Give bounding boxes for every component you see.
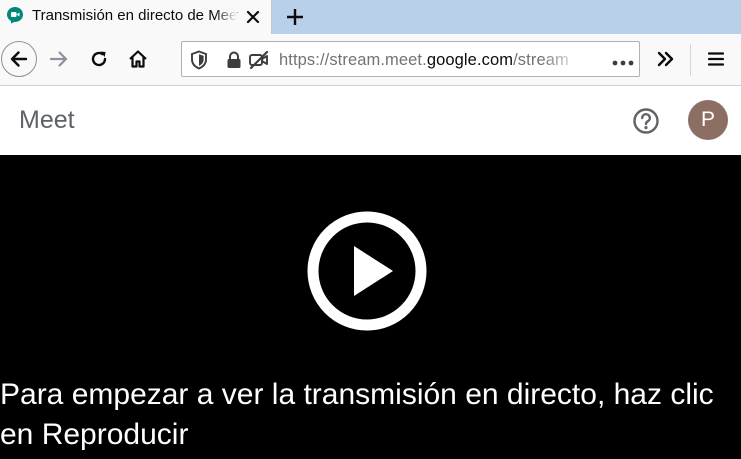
tab-meet-stream[interactable]: Transmisión en directo de Meet — [0, 0, 272, 34]
toolbar-separator — [690, 44, 691, 76]
tab-title: Transmisión en directo de Meet — [32, 7, 238, 24]
arrow-left-icon[interactable] — [1, 41, 37, 77]
shield-icon[interactable] — [190, 50, 208, 75]
url-subdomain: stream.meet. — [329, 51, 427, 69]
arrow-right-icon[interactable] — [42, 42, 76, 76]
home-icon[interactable] — [121, 42, 155, 76]
meet-icon — [6, 6, 24, 24]
camera-blocked-icon[interactable] — [248, 50, 270, 75]
meet-header: Meet P — [0, 86, 741, 155]
url-fade — [542, 44, 582, 74]
avatar[interactable]: P — [688, 100, 728, 140]
help-icon[interactable] — [631, 106, 661, 136]
reload-icon[interactable] — [82, 42, 116, 76]
url-scheme: https:// — [279, 51, 330, 69]
tab-title-fade — [215, 0, 237, 34]
address-bar[interactable]: https://stream.meet.google.com/stream — [181, 41, 640, 77]
play-instruction: Para empezar a ver la transmisión en dir… — [0, 378, 714, 451]
plus-icon[interactable] — [280, 2, 310, 32]
close-icon[interactable] — [240, 4, 266, 30]
stream-player: Para empezar a ver la transmisión en dir… — [0, 155, 741, 459]
lock-icon[interactable] — [226, 51, 242, 74]
more-dots-icon[interactable] — [612, 54, 634, 72]
play-icon[interactable] — [306, 210, 428, 332]
url-text[interactable]: https://stream.meet.google.com/stream — [279, 50, 569, 70]
navigation-toolbar: https://stream.meet.google.com/stream — [0, 34, 741, 86]
hamburger-menu-icon[interactable] — [699, 42, 733, 76]
url-host: google.com — [426, 51, 514, 69]
tab-bar: Transmisión en directo de Meet — [0, 0, 741, 34]
chevron-double-right-icon[interactable] — [649, 42, 683, 76]
page-title: Meet — [19, 106, 75, 134]
